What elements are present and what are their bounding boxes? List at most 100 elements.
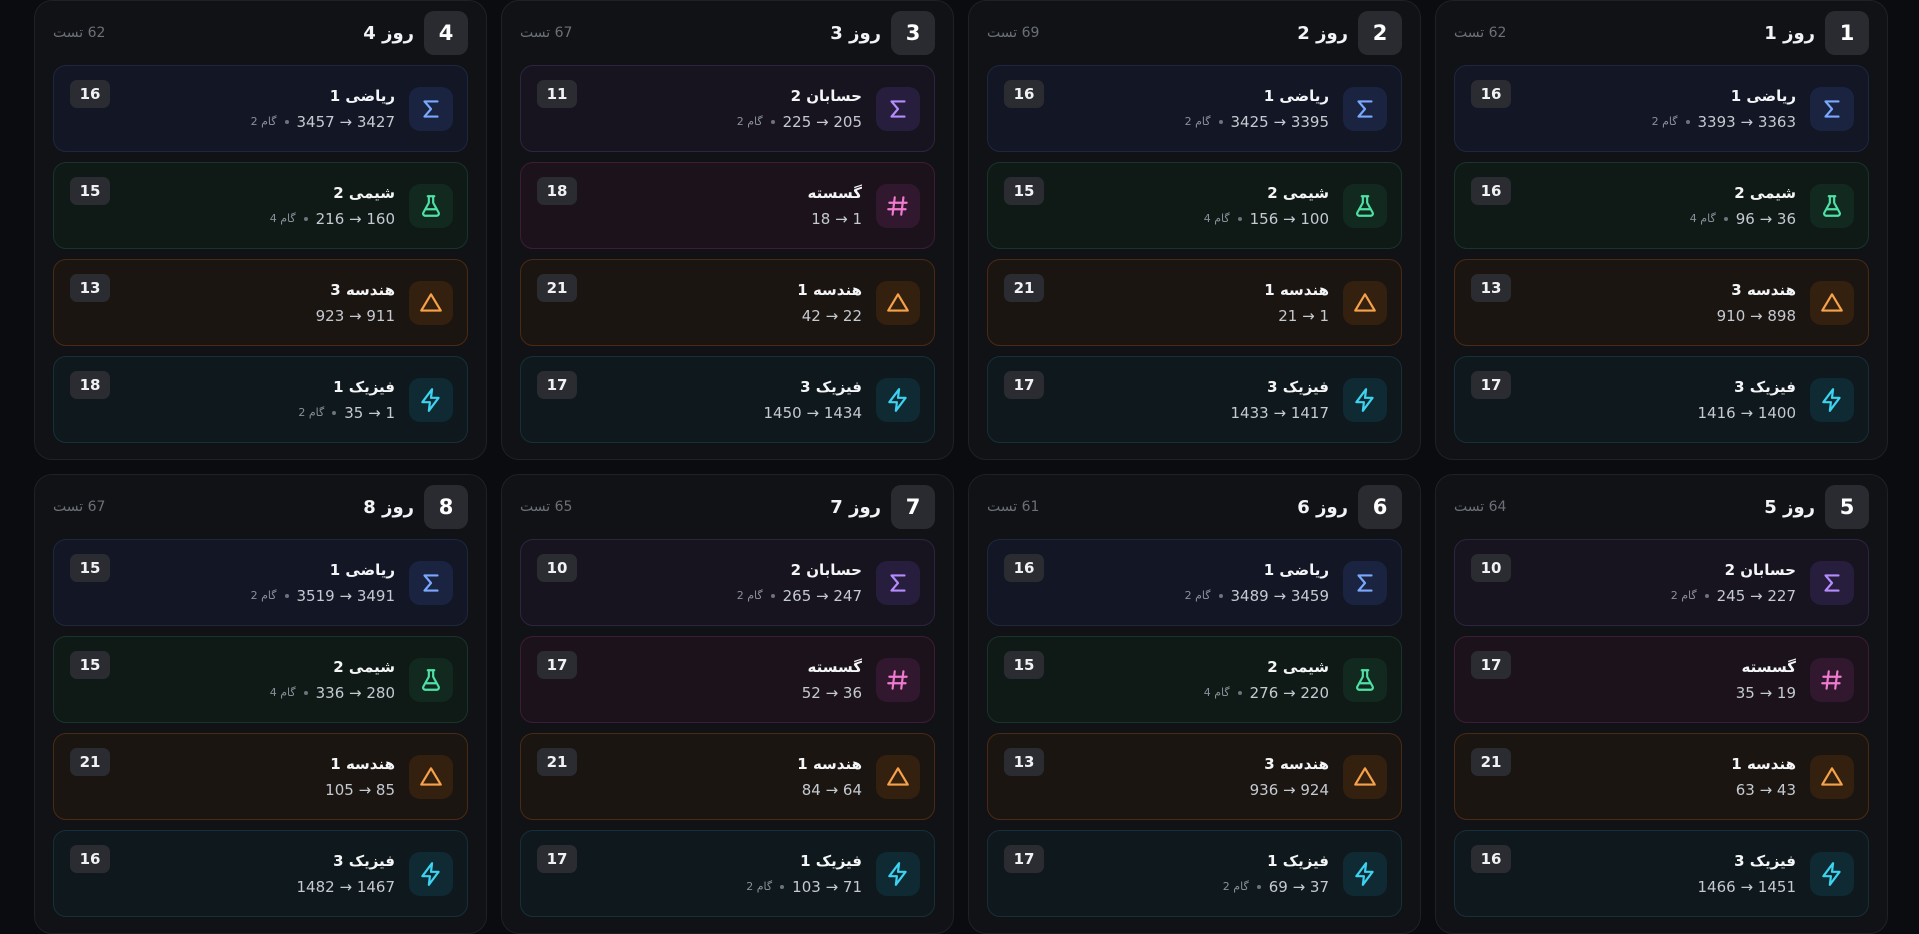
subject-card[interactable]: هندسه 3 924 → 936 13 — [987, 733, 1402, 820]
question-range-row: 924 → 936 — [1250, 781, 1329, 799]
subject-info: ریاضی 1 3395 → 3425 گام 2 — [1185, 87, 1329, 131]
day-header: 5 روز 5 64 تست — [1454, 475, 1869, 539]
subject-card[interactable]: حسابان 2 227 → 245 گام 2 10 — [1454, 539, 1869, 626]
subject-name: فیزیک 3 — [1267, 377, 1329, 396]
day-title: روز 8 — [363, 496, 414, 518]
subject-card[interactable]: فیزیک 3 1467 → 1482 16 — [53, 830, 468, 917]
subject-info: ریاضی 1 3491 → 3519 گام 2 — [251, 561, 395, 605]
subject-info: حسابان 2 247 → 265 گام 2 — [737, 561, 862, 605]
subject-card[interactable]: گسسته 19 → 35 17 — [1454, 636, 1869, 723]
subject-card[interactable]: گسسته 1 → 18 18 — [520, 162, 935, 249]
day-test-count: 69 تست — [987, 25, 1040, 41]
subject-card[interactable]: حسابان 2 205 → 225 گام 2 11 — [520, 65, 935, 152]
subject-card[interactable]: هندسه 1 43 → 63 21 — [1454, 733, 1869, 820]
subject-name: حسابان 2 — [1724, 560, 1796, 579]
subject-card[interactable]: فیزیک 3 1417 → 1433 17 — [987, 356, 1402, 443]
day-title: روز 6 — [1297, 496, 1348, 518]
day-header: 3 روز 3 67 تست — [520, 1, 935, 65]
step-label: گام 4 — [269, 212, 296, 225]
subject-card[interactable]: شیمی 2 36 → 96 گام 4 16 — [1454, 162, 1869, 249]
subject-info: هندسه 3 911 → 923 — [316, 281, 395, 325]
triangle-icon — [409, 280, 453, 325]
day-number-badge: 5 — [1825, 485, 1869, 529]
subject-name: فیزیک 3 — [333, 851, 395, 870]
sigma-icon — [409, 560, 453, 605]
day-title: روز 2 — [1297, 22, 1348, 44]
hash-icon — [876, 183, 920, 228]
subject-card[interactable]: شیمی 2 100 → 156 گام 4 15 — [987, 162, 1402, 249]
question-range-row: 280 → 336 گام 4 — [270, 684, 395, 702]
question-count-badge: 17 — [1004, 845, 1044, 873]
subject-name: هندسه 3 — [330, 280, 395, 299]
sigma-icon — [1810, 86, 1854, 131]
day-panel: 3 روز 3 67 تست حسابان 2 205 → 225 گام 2 … — [501, 0, 954, 460]
day-number-badge: 8 — [424, 485, 468, 529]
triangle-icon — [1810, 754, 1854, 799]
subject-card[interactable]: ریاضی 1 3395 → 3425 گام 2 16 — [987, 65, 1402, 152]
subject-name: ریاضی 1 — [1263, 560, 1329, 579]
subject-card[interactable]: ریاضی 1 3427 → 3457 گام 2 16 — [53, 65, 468, 152]
question-range: 220 → 276 — [1249, 683, 1329, 702]
subject-card[interactable]: هندسه 1 22 → 42 21 — [520, 259, 935, 346]
subject-card[interactable]: هندسه 3 898 → 910 13 — [1454, 259, 1869, 346]
subject-card[interactable]: شیمی 2 160 → 216 گام 4 15 — [53, 162, 468, 249]
subject-card[interactable]: شیمی 2 220 → 276 گام 4 15 — [987, 636, 1402, 723]
subject-card[interactable]: گسسته 36 → 52 17 — [520, 636, 935, 723]
day-title: روز 1 — [1764, 22, 1815, 44]
subject-card[interactable]: هندسه 1 1 → 21 21 — [987, 259, 1402, 346]
subject-card[interactable]: شیمی 2 280 → 336 گام 4 15 — [53, 636, 468, 723]
day-header: 7 روز 7 65 تست — [520, 475, 935, 539]
day-test-count: 62 تست — [53, 25, 106, 41]
question-range: 3395 → 3425 — [1230, 112, 1329, 131]
separator-dot — [1218, 119, 1223, 124]
question-range: 85 → 105 — [325, 780, 395, 799]
flask-icon — [1810, 183, 1854, 228]
question-range-row: 160 → 216 گام 4 — [270, 210, 395, 228]
separator-dot — [303, 216, 308, 221]
step-label: گام 4 — [269, 686, 296, 699]
question-count-badge: 10 — [537, 554, 577, 582]
separator-dot — [284, 119, 289, 124]
subject-card[interactable]: فیزیک 1 1 → 35 گام 2 18 — [53, 356, 468, 443]
subject-info: هندسه 1 1 → 21 — [1264, 281, 1329, 325]
question-count-badge: 21 — [70, 748, 110, 776]
question-count-badge: 21 — [537, 274, 577, 302]
question-range-row: 36 → 96 گام 4 — [1690, 210, 1796, 228]
subject-card[interactable]: ریاضی 1 3491 → 3519 گام 2 15 — [53, 539, 468, 626]
subject-card[interactable]: ریاضی 1 3459 → 3489 گام 2 16 — [987, 539, 1402, 626]
subject-info: فیزیک 1 71 → 103 گام 2 — [746, 852, 862, 896]
question-range-row: 220 → 276 گام 4 — [1204, 684, 1329, 702]
subject-card[interactable]: هندسه 1 85 → 105 21 — [53, 733, 468, 820]
sigma-icon — [1343, 86, 1387, 131]
question-range-row: 22 → 42 — [797, 307, 862, 325]
question-range-row: 1451 → 1466 — [1698, 878, 1796, 896]
subject-name: هندسه 1 — [330, 754, 395, 773]
day-test-count: 64 تست — [1454, 499, 1507, 515]
subject-card[interactable]: فیزیک 1 37 → 69 گام 2 17 — [987, 830, 1402, 917]
subject-card[interactable]: فیزیک 3 1451 → 1466 16 — [1454, 830, 1869, 917]
subject-info: ریاضی 1 3363 → 3393 گام 2 — [1652, 87, 1796, 131]
subject-name: گسسته — [1741, 657, 1796, 676]
question-count-badge: 16 — [1004, 554, 1044, 582]
hash-icon — [876, 657, 920, 702]
question-range-row: 85 → 105 — [325, 781, 395, 799]
question-range: 37 → 69 — [1268, 877, 1329, 896]
subject-card[interactable]: فیزیک 1 71 → 103 گام 2 17 — [520, 830, 935, 917]
question-range-row: 1434 → 1450 — [764, 404, 862, 422]
subject-card[interactable]: ریاضی 1 3363 → 3393 گام 2 16 — [1454, 65, 1869, 152]
question-count-badge: 15 — [1004, 651, 1044, 679]
subject-info: شیمی 2 160 → 216 گام 4 — [270, 184, 395, 228]
subject-card[interactable]: فیزیک 3 1434 → 1450 17 — [520, 356, 935, 443]
day-panel: 2 روز 2 69 تست ریاضی 1 3395 → 3425 گام 2… — [968, 0, 1421, 460]
sigma-icon — [409, 86, 453, 131]
step-label: گام 2 — [298, 406, 325, 419]
subject-card[interactable]: حسابان 2 247 → 265 گام 2 10 — [520, 539, 935, 626]
question-count-badge: 15 — [70, 177, 110, 205]
subject-card[interactable]: فیزیک 3 1400 → 1416 17 — [1454, 356, 1869, 443]
subject-card[interactable]: هندسه 1 64 → 84 21 — [520, 733, 935, 820]
separator-dot — [1256, 884, 1261, 889]
subject-name: شیمی 2 — [1267, 657, 1329, 676]
bolt-icon — [409, 851, 453, 896]
subject-info: هندسه 1 85 → 105 — [325, 755, 395, 799]
subject-card[interactable]: هندسه 3 911 → 923 13 — [53, 259, 468, 346]
